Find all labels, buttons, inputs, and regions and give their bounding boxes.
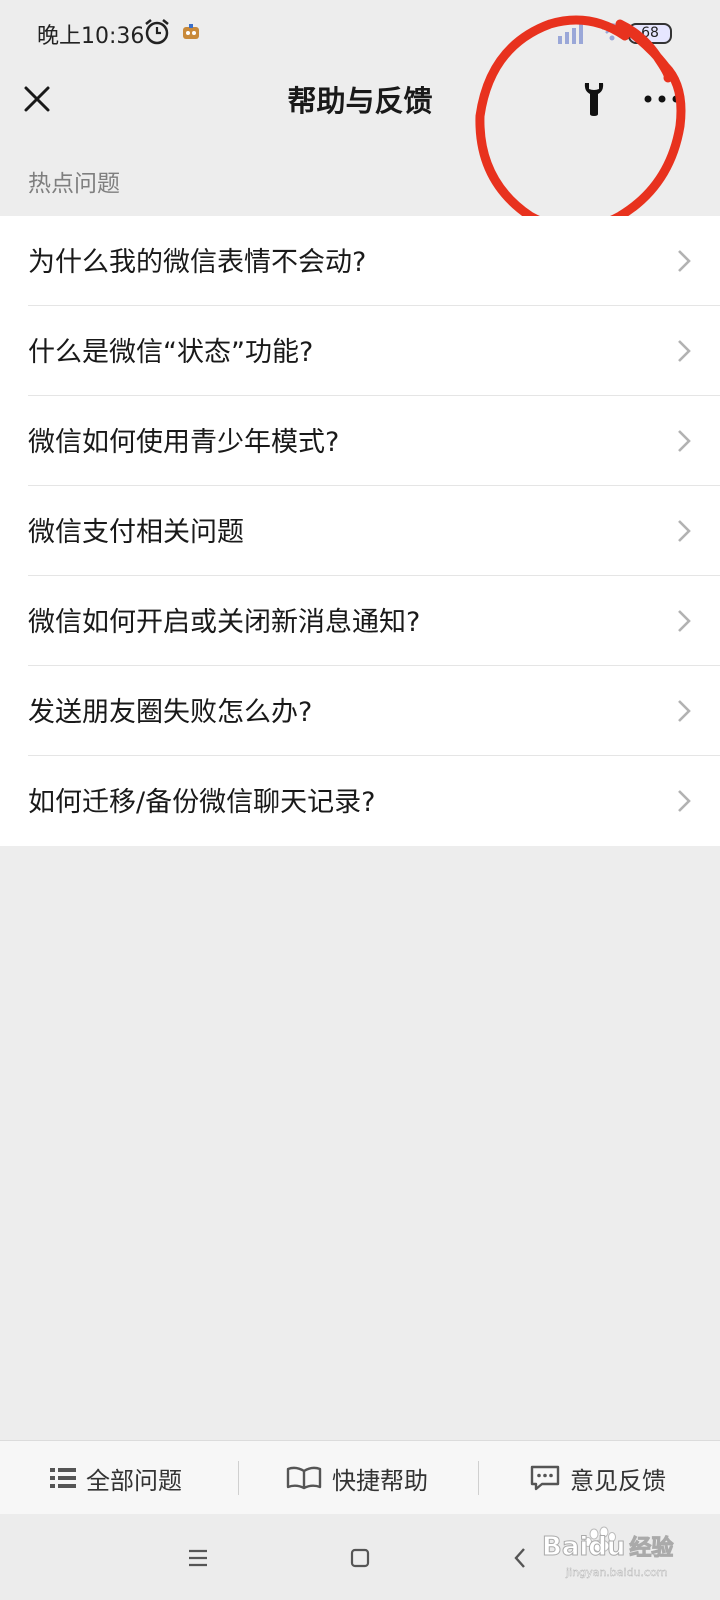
faq-item[interactable]: 什么是微信“状态”功能? <box>0 306 720 396</box>
tab-label: 全部问题 <box>86 1466 182 1495</box>
alarm-icon <box>145 19 169 45</box>
tab-all-questions[interactable]: 全部问题 <box>50 1441 182 1515</box>
help-feedback-screen: 晚上10:36 68 帮助与反馈 热点问题 为什么我的微信表情不会动? 什么是微… <box>0 0 720 1600</box>
app-notification-icon <box>183 24 199 39</box>
bottom-tab-bar: 全部问题 快捷帮助 意见反馈 <box>0 1440 720 1514</box>
faq-item-label: 发送朋友圈失败怎么办? <box>28 697 313 728</box>
chevron-right-icon <box>678 430 691 452</box>
menu-button[interactable] <box>178 1538 218 1578</box>
status-time: 晚上10:36 <box>37 24 145 49</box>
wifi-icon <box>601 23 623 41</box>
watermark-brand: Baidu 经验 <box>541 1530 674 1563</box>
faq-item[interactable]: 如何迁移/备份微信聊天记录? <box>0 756 720 846</box>
watermark-suffix: 经验 <box>629 1536 674 1562</box>
faq-item[interactable]: 微信如何开启或关闭新消息通知? <box>0 576 720 666</box>
faq-item[interactable]: 微信支付相关问题 <box>0 486 720 576</box>
chevron-right-icon <box>678 340 691 362</box>
section-label-hot-questions: 热点问题 <box>28 171 120 197</box>
faq-item-label: 什么是微信“状态”功能? <box>28 337 314 368</box>
chevron-right-icon <box>678 700 691 722</box>
tab-label: 意见反馈 <box>570 1466 666 1495</box>
nav-bar: 帮助与反馈 <box>0 66 720 152</box>
watermark-brand-text: Baidu <box>541 1532 626 1563</box>
tab-quick-help[interactable]: 快捷帮助 <box>286 1441 428 1515</box>
watermark-url: jingyan.baidu.com <box>566 1566 668 1579</box>
home-icon <box>350 1548 370 1568</box>
menu-icon <box>189 1549 207 1567</box>
more-icon <box>644 95 680 103</box>
tab-label: 快捷帮助 <box>332 1466 428 1495</box>
wrench-icon <box>584 83 604 116</box>
back-button[interactable] <box>500 1538 540 1578</box>
faq-item-label: 微信如何开启或关闭新消息通知? <box>28 607 421 638</box>
faq-item[interactable]: 为什么我的微信表情不会动? <box>0 216 720 306</box>
faq-item-label: 为什么我的微信表情不会动? <box>28 247 367 278</box>
home-button[interactable] <box>340 1538 380 1578</box>
chevron-right-icon <box>678 250 691 272</box>
back-icon <box>514 1548 525 1568</box>
chevron-right-icon <box>678 520 691 542</box>
faq-item[interactable]: 发送朋友圈失败怎么办? <box>0 666 720 756</box>
faq-item-label: 如何迁移/备份微信聊天记录? <box>28 787 376 818</box>
faq-item[interactable]: 微信如何使用青少年模式? <box>0 396 720 486</box>
status-bar: 晚上10:36 68 <box>0 0 720 66</box>
faq-list: 为什么我的微信表情不会动? 什么是微信“状态”功能? 微信如何使用青少年模式? … <box>0 216 720 846</box>
chevron-right-icon <box>678 610 691 632</box>
tool-button[interactable] <box>574 74 614 124</box>
signal-icon <box>558 24 583 44</box>
book-icon <box>286 1466 322 1490</box>
chat-bubble-icon <box>530 1465 560 1491</box>
faq-item-label: 微信如何使用青少年模式? <box>28 427 340 458</box>
tab-divider <box>478 1461 479 1495</box>
faq-item-label: 微信支付相关问题 <box>28 517 244 548</box>
battery-icon: 68 <box>628 23 672 44</box>
list-icon <box>50 1468 76 1488</box>
chevron-right-icon <box>678 790 691 812</box>
tab-divider <box>238 1461 239 1495</box>
more-button[interactable] <box>638 74 686 124</box>
tab-feedback[interactable]: 意见反馈 <box>530 1441 666 1515</box>
